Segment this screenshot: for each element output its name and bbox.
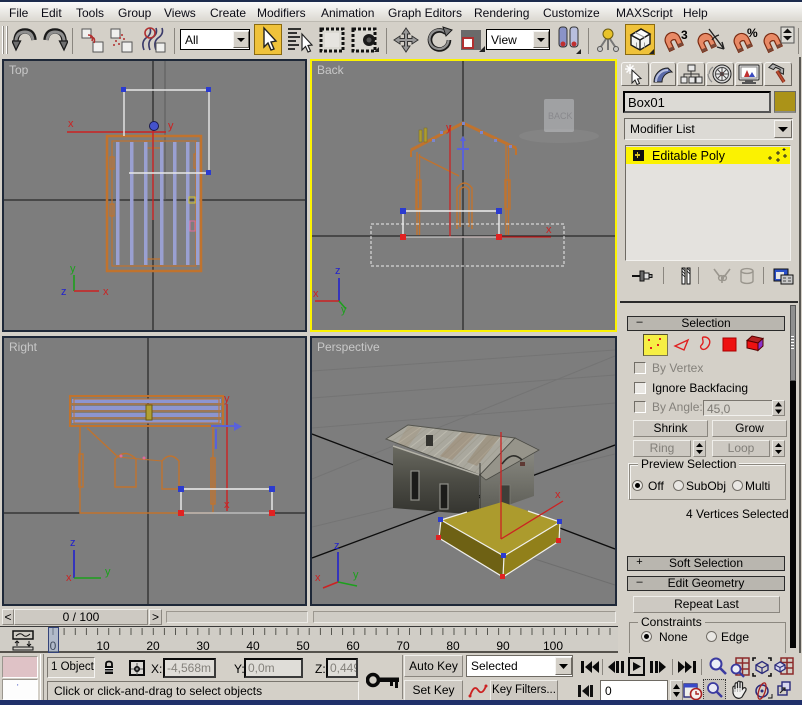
svg-text:x: x <box>103 286 109 298</box>
svg-text:z: z <box>334 540 340 552</box>
svg-text:x: x <box>66 572 72 584</box>
svg-text:40: 40 <box>246 639 260 653</box>
svg-text:x: x <box>224 499 230 511</box>
svg-text:BACK: BACK <box>548 111 573 121</box>
svg-text:y: y <box>168 120 174 132</box>
svg-text:10: 10 <box>96 639 110 653</box>
svg-text:y: y <box>353 569 359 581</box>
svg-text:30: 30 <box>196 639 210 653</box>
svg-text:z: z <box>335 265 341 277</box>
svg-text:x: x <box>546 224 552 236</box>
svg-text:x: x <box>313 288 319 300</box>
svg-text:x: x <box>555 489 561 501</box>
svg-text:y: y <box>70 263 76 275</box>
svg-text:3: 3 <box>681 28 688 42</box>
svg-text:80: 80 <box>446 639 460 653</box>
svg-text:90: 90 <box>496 639 510 653</box>
svg-text:50: 50 <box>296 639 310 653</box>
svg-text:z: z <box>70 537 76 549</box>
svg-text:70: 70 <box>396 639 410 653</box>
svg-text:y: y <box>341 304 347 316</box>
svg-text:60: 60 <box>346 639 360 653</box>
svg-text:x: x <box>315 572 321 584</box>
svg-text:%: % <box>747 26 758 40</box>
svg-text:z: z <box>61 286 67 298</box>
svg-text:y: y <box>224 393 230 405</box>
svg-text:100: 100 <box>543 639 563 653</box>
svg-text:y: y <box>446 122 452 134</box>
svg-text:y: y <box>105 566 111 578</box>
svg-text:x: x <box>68 118 74 130</box>
svg-text:20: 20 <box>146 639 160 653</box>
